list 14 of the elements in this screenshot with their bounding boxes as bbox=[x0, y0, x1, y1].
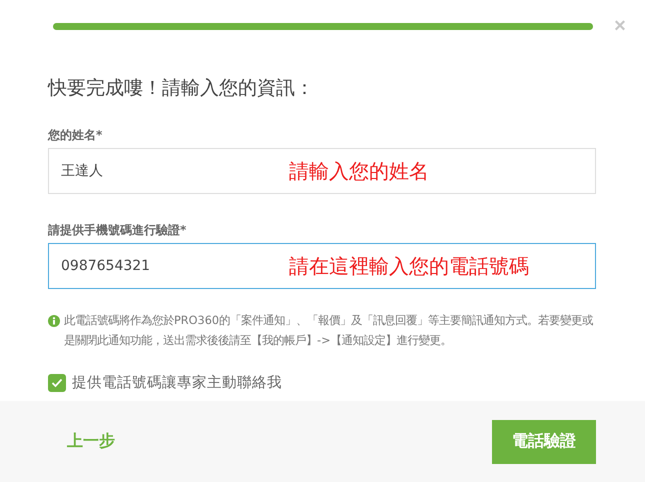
input-field[interactable]: 0987654321 請在這裡輸入您的電話號碼 bbox=[48, 243, 596, 289]
back-link[interactable]: 上一步 bbox=[67, 431, 115, 452]
field-label: 您的姓名* bbox=[48, 127, 104, 143]
annotation-text: 請在這裡輸入您的電話號碼 bbox=[289, 252, 529, 280]
checkbox[interactable] bbox=[48, 374, 66, 392]
info-note: 此電話號碼將作為您於PRO360的「案件通知」、「報價」及「訊息回覆」等主要簡訊通知方式。若要變更或是關閉此通知功能，送出需求後後請至【我的帳戶】->【通知設定】進行變更。 bbox=[64, 313, 594, 349]
checkbox-label: 提供電話號碼讓專家主動聯絡我 bbox=[72, 374, 282, 392]
input-field[interactable]: 王達人 請輸入您的姓名 bbox=[48, 148, 596, 194]
form-heading: 快要完成嘍！請輸入您的資訊： bbox=[48, 76, 315, 101]
field-label: 請提供手機號碼進行驗證* bbox=[48, 222, 188, 238]
annotation-text: 請輸入您的姓名 bbox=[289, 158, 429, 184]
close-button[interactable]: × bbox=[613, 19, 627, 33]
verify-phone-button[interactable]: 電話驗證 bbox=[492, 420, 596, 464]
check-icon bbox=[51, 378, 63, 388]
